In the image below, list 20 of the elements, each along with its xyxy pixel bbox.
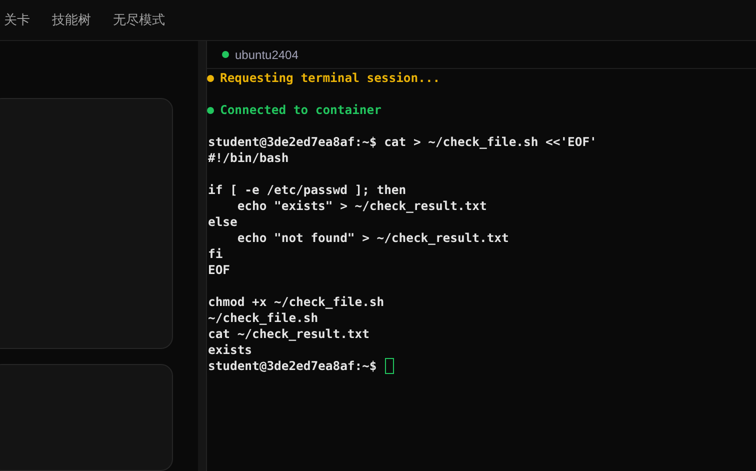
terminal-line: #!/bin/bash — [208, 150, 289, 166]
status-message: Connected to container — [220, 102, 382, 118]
terminal-line: exists — [208, 342, 252, 358]
nav-link[interactable]: 关卡 — [4, 10, 30, 30]
terminal-line: student@3de2ed7ea8af:~$ — [208, 358, 377, 374]
terminal-line: ~/check_file.sh — [208, 310, 318, 326]
terminal-line: if [ -e /etc/passwd ]; then — [208, 182, 406, 198]
terminal-line: fi — [208, 246, 223, 262]
terminal-tab[interactable]: ubuntu2404 — [207, 41, 756, 69]
terminal-line: student@3de2ed7ea8af:~$ cat > ~/check_file.sh <<'EOF' — [208, 134, 597, 150]
terminal-line: EOF — [208, 262, 230, 278]
cursor-icon — [384, 358, 394, 374]
nav-link[interactable]: 技能树 — [52, 10, 91, 30]
terminal-line: chmod +x ~/check_file.sh — [208, 294, 384, 310]
terminal-line: echo "not found" > ~/check_result.txt — [236, 230, 509, 246]
terminal-line: else — [208, 214, 238, 230]
status-message: Requesting terminal session... — [220, 70, 440, 86]
nav-link[interactable]: 无尽模式 — [113, 10, 165, 30]
terminal-line: cat ~/check_result.txt — [208, 326, 370, 342]
terminal-line: echo "exists" > ~/check_result.txt — [236, 198, 487, 214]
